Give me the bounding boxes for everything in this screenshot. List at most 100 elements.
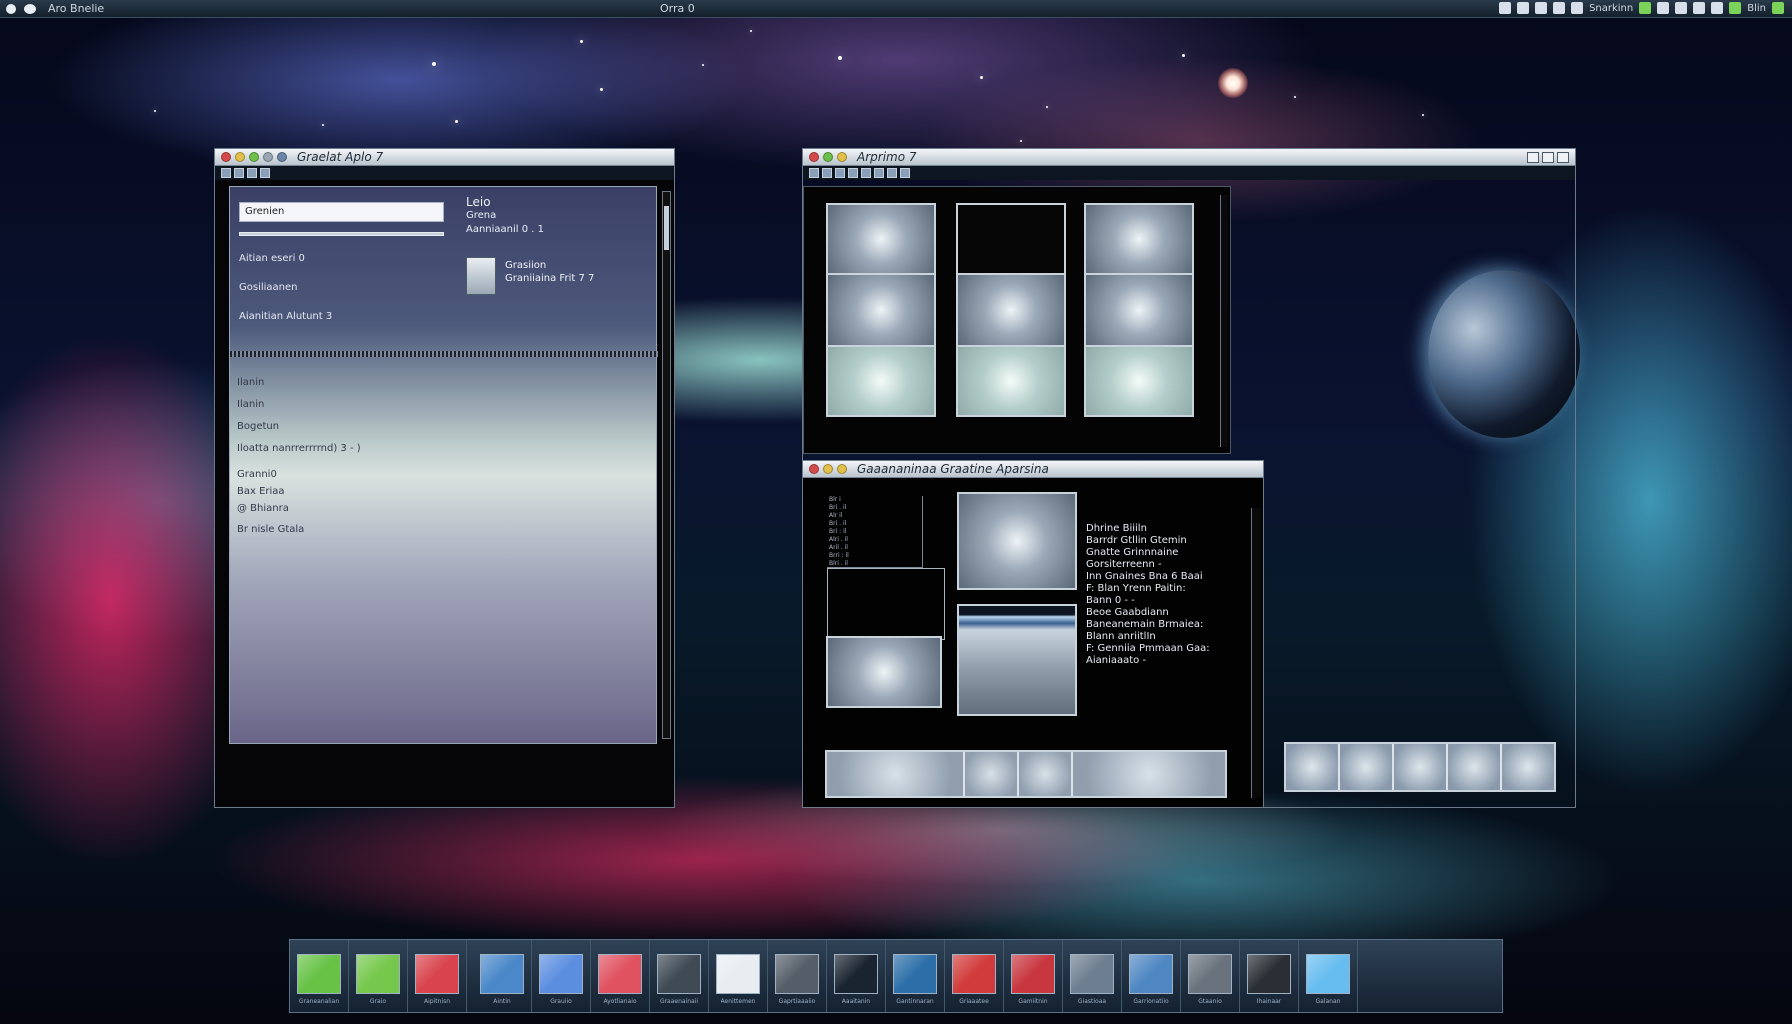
tool-view-icon[interactable] bbox=[247, 168, 257, 178]
minimize-icon[interactable] bbox=[837, 152, 847, 162]
document-icon[interactable] bbox=[1657, 2, 1670, 14]
window-close-icon[interactable] bbox=[1557, 151, 1569, 163]
menu-item[interactable]: Bogetun bbox=[237, 416, 361, 438]
window-1-titlebar[interactable]: Graelat Aplo 7 bbox=[215, 149, 674, 166]
bookmark-icon[interactable] bbox=[1517, 2, 1530, 14]
image-app-icon[interactable] bbox=[297, 954, 341, 994]
menu-item[interactable]: Granni0 bbox=[237, 466, 361, 483]
extra-icon[interactable] bbox=[263, 152, 273, 162]
tool-icon[interactable] bbox=[809, 168, 819, 178]
thumbnail[interactable] bbox=[1084, 203, 1194, 275]
folder-red-app-icon[interactable] bbox=[1011, 954, 1055, 994]
dock-item[interactable]: Gaprtiaaaiio bbox=[768, 940, 827, 1012]
signal-icon[interactable] bbox=[1639, 2, 1652, 14]
close-icon[interactable] bbox=[809, 464, 819, 474]
dock-item[interactable]: Gantinnaran bbox=[886, 940, 945, 1012]
extra-icon-2[interactable] bbox=[277, 152, 287, 162]
thumbnail[interactable] bbox=[826, 345, 936, 417]
apple-menu-icon[interactable] bbox=[6, 4, 16, 14]
tool-forward-icon[interactable] bbox=[234, 168, 244, 178]
network-icon[interactable] bbox=[1535, 2, 1548, 14]
message-icon[interactable] bbox=[1675, 2, 1688, 14]
menu-item[interactable]: Br nisle Gtala bbox=[237, 521, 361, 538]
progress-slider[interactable] bbox=[239, 232, 444, 236]
zoom-icon[interactable] bbox=[249, 152, 259, 162]
status-icon[interactable] bbox=[1772, 2, 1784, 14]
menu-item[interactable]: Ilanin bbox=[237, 394, 361, 416]
search-input[interactable]: Grenien bbox=[239, 202, 444, 222]
pointer-icon[interactable] bbox=[1553, 2, 1566, 14]
thumbnail[interactable] bbox=[956, 203, 1066, 275]
tool-share-icon[interactable] bbox=[260, 168, 270, 178]
thumbnail[interactable] bbox=[956, 273, 1066, 347]
tool-icon[interactable] bbox=[900, 168, 910, 178]
dock-item[interactable]: Gamiitnin bbox=[1004, 940, 1063, 1012]
clock-label[interactable]: Blin bbox=[1747, 3, 1766, 14]
close-icon[interactable] bbox=[221, 152, 231, 162]
grid-scrollbar[interactable] bbox=[1220, 195, 1228, 447]
dock-item[interactable]: Grauiio bbox=[532, 940, 591, 1012]
toggle-icon[interactable] bbox=[24, 4, 36, 14]
dock-item[interactable]: Graaenainaii bbox=[650, 940, 709, 1012]
butterfly-app-icon[interactable] bbox=[893, 954, 937, 994]
close-icon[interactable] bbox=[809, 152, 819, 162]
cube-app-icon[interactable] bbox=[952, 954, 996, 994]
white-square-app-icon[interactable] bbox=[716, 954, 760, 994]
window-2-titlebar[interactable]: Arprimo 7 bbox=[803, 149, 1575, 166]
menu-item[interactable]: @ Bhianra bbox=[237, 500, 361, 517]
filmstrip-frame[interactable] bbox=[1448, 744, 1502, 790]
dock-item[interactable]: Aintin bbox=[473, 940, 532, 1012]
minimize-icon[interactable] bbox=[235, 152, 245, 162]
blue-envelope-app-icon[interactable] bbox=[539, 954, 583, 994]
filmstrip-frame[interactable] bbox=[827, 752, 965, 796]
mail-app-icon[interactable] bbox=[598, 954, 642, 994]
triangle-app-icon[interactable] bbox=[1070, 954, 1114, 994]
thumbnail[interactable] bbox=[956, 345, 1066, 417]
menu-item[interactable]: Ilanin bbox=[237, 372, 361, 394]
filmstrip-frame[interactable] bbox=[1340, 744, 1394, 790]
vertical-scrollbar[interactable] bbox=[662, 191, 671, 739]
list-item[interactable]: Aitian eseri 0 bbox=[239, 253, 332, 282]
window-max-icon[interactable] bbox=[1542, 151, 1554, 163]
thumbnail[interactable] bbox=[1084, 273, 1194, 347]
app-menu[interactable]: Aro Bnelie bbox=[48, 2, 104, 15]
window-3-titlebar[interactable]: Gaaananinaa Graatine Aparsina bbox=[803, 461, 1263, 478]
document-file-icon[interactable] bbox=[466, 257, 496, 295]
lock-icon[interactable] bbox=[1571, 2, 1584, 14]
battery-icon[interactable] bbox=[1729, 2, 1742, 14]
red-square-app-icon[interactable] bbox=[415, 954, 459, 994]
dock-item[interactable]: Griaaatee bbox=[945, 940, 1004, 1012]
camera-app-icon[interactable] bbox=[1247, 954, 1291, 994]
list-item[interactable]: Gosiliaanen bbox=[239, 282, 332, 311]
user-icon[interactable] bbox=[1499, 2, 1512, 14]
speaker-app-icon[interactable] bbox=[1188, 954, 1232, 994]
dock-item[interactable]: Galanan bbox=[1299, 940, 1358, 1012]
envelope-app-icon[interactable] bbox=[480, 954, 524, 994]
filmstrip-frame[interactable] bbox=[1394, 744, 1448, 790]
monitor-app-icon[interactable] bbox=[775, 954, 819, 994]
thumbnail[interactable] bbox=[826, 273, 936, 347]
dock-item[interactable]: Garrionatiio bbox=[1122, 940, 1181, 1012]
dock-item[interactable]: Aaaitanin bbox=[827, 940, 886, 1012]
window-min-icon[interactable] bbox=[1527, 151, 1539, 163]
filmstrip-frame[interactable] bbox=[1073, 752, 1225, 796]
tool-icon[interactable] bbox=[861, 168, 871, 178]
dock-item[interactable]: Graio bbox=[349, 940, 408, 1012]
dock-item[interactable]: Aenittemen bbox=[709, 940, 768, 1012]
filmstrip-frame[interactable] bbox=[1019, 752, 1073, 796]
tool-icon[interactable] bbox=[874, 168, 884, 178]
filmstrip-frame[interactable] bbox=[1286, 744, 1340, 790]
tray-label[interactable]: Snarkinn bbox=[1589, 3, 1633, 14]
dock-item[interactable]: Ayotlianaio bbox=[591, 940, 650, 1012]
thumbnail[interactable] bbox=[826, 203, 936, 275]
filmstrip-frame[interactable] bbox=[1502, 744, 1554, 790]
thumbnail[interactable] bbox=[1084, 345, 1194, 417]
menu-item[interactable]: Bax Eriaa bbox=[237, 483, 361, 500]
inspector-scrollbar[interactable] bbox=[1251, 508, 1261, 798]
thumbnail[interactable] bbox=[826, 636, 942, 708]
sphere-app-icon[interactable] bbox=[657, 954, 701, 994]
list-item[interactable]: Aianitian Alutunt 3 bbox=[239, 311, 332, 340]
minimize-icon[interactable] bbox=[823, 464, 833, 474]
thumbnail[interactable] bbox=[957, 492, 1077, 590]
filmstrip-frame[interactable] bbox=[965, 752, 1019, 796]
